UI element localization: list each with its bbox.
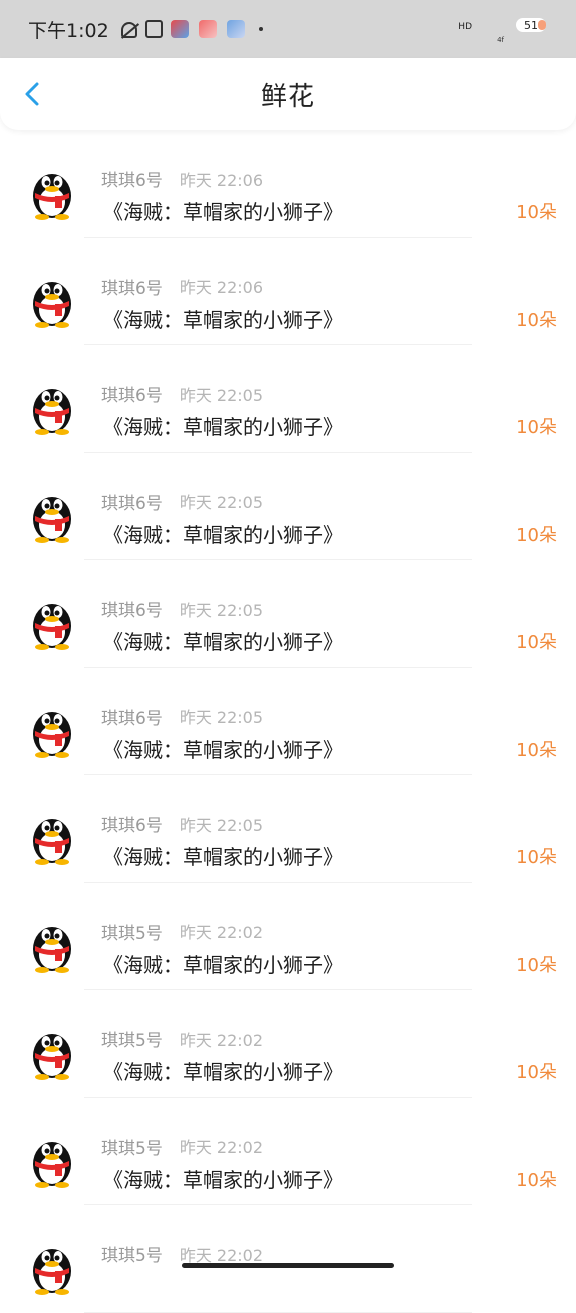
battery-level: 51 [524,18,538,32]
flower-count: 10朵 [516,309,557,331]
send-time: 昨天 22:06 [179,278,264,297]
battery-icon: 51 [516,18,546,32]
app-icon [198,20,217,38]
sender-name: 琪琪6号 [101,708,163,729]
penguin-avatar-icon [33,1141,71,1188]
penguin-avatar-icon [33,711,71,758]
gift-title: 《海贼：草帽家的小狮子》 [103,307,343,332]
penguin-avatar-icon [33,1034,71,1080]
send-time: 昨天 22:05 [179,815,264,835]
flower-count: 10朵 [516,417,557,438]
gift-title: 《海贼：草帽家的小狮子》 [103,1060,343,1084]
penguin-avatar-icon [33,389,71,435]
flower-count: 10朵 [516,524,557,546]
list-item[interactable]: 琪琪6号 昨天 22:06 《海贼：草帽家的小狮子》 10朵 [0,130,576,238]
flower-count: 10朵 [516,739,557,761]
home-indicator[interactable] [182,1263,394,1268]
sender-name: 琪琪5号 [101,1031,163,1051]
flower-count: 10朵 [516,202,557,223]
record-meta: 琪琪6号 昨天 22:05 [101,596,264,622]
penguin-avatar-icon [33,604,71,650]
gift-title: 《海贼：草帽家的小狮子》 [103,737,343,762]
send-time: 昨天 22:05 [179,385,264,405]
list-item[interactable]: 琪琪5号 昨天 22:02 《海贼：草帽家的小狮子》 10朵 [0,1098,576,1206]
gift-title: 《海贼：草帽家的小狮子》 [103,845,343,869]
gift-title: 《海贼：草帽家的小狮子》 [103,415,343,439]
hd-indicator: HD [458,22,472,32]
record-meta: 琪琪5号 昨天 22:02 [101,1134,263,1159]
list-item[interactable]: 琪琪6号 昨天 22:05 《海贼：草帽家的小狮子》 10朵 [0,345,576,453]
penguin-avatar-icon [33,281,71,328]
record-meta: 琪琪5号 昨天 22:02 [101,1026,264,1052]
penguin-avatar-icon [33,819,71,865]
gift-title: 《海贼：草帽家的小狮子》 [103,1167,343,1192]
chevron-left-icon [25,82,39,106]
sender-name: 琪琪6号 [101,816,163,836]
gift-title: 《海贼：草帽家的小狮子》 [103,200,343,224]
status-bar: 下午1:02 HD 4f 51 [0,0,576,58]
record-meta: 琪琪6号 昨天 22:05 [101,811,264,837]
send-time: 昨天 22:02 [179,1030,264,1050]
status-icons [120,20,263,38]
record-meta: 琪琪6号 昨天 22:06 [101,274,263,299]
sender-name: 琪琪6号 [101,601,163,621]
bell-off-icon [120,22,137,38]
penguin-avatar-icon [33,496,71,543]
nav-bar: 鲜花 [0,58,576,130]
back-button[interactable] [20,82,44,106]
flower-count: 10朵 [516,1062,557,1083]
record-meta: 琪琪5号 昨天 22:02 [101,919,263,944]
flower-count: 10朵 [516,632,557,653]
nfc-icon [144,20,163,38]
record-meta: 琪琪6号 昨天 22:05 [101,704,263,729]
list-item[interactable]: 琪琪6号 昨天 22:05 《海贼：草帽家的小狮子》 10朵 [0,775,576,883]
page-title: 鲜花 [260,81,315,112]
send-time: 昨天 22:02 [179,923,264,942]
sender-name: 琪琪5号 [101,923,163,944]
send-time: 昨天 22:05 [179,600,264,620]
sender-name: 琪琪5号 [101,1138,163,1159]
app-icon [226,20,245,38]
penguin-avatar-icon [33,174,71,220]
record-meta: 琪琪6号 昨天 22:05 [101,381,264,407]
send-time: 昨天 22:02 [179,1138,264,1157]
send-time: 昨天 22:05 [179,493,264,512]
penguin-avatar-icon [33,1249,71,1295]
status-time: 下午1:02 [28,19,109,42]
gift-title: 《海贼：草帽家的小狮子》 [103,522,343,547]
flower-count: 10朵 [516,1169,557,1191]
list-item[interactable]: 琪琪6号 昨天 22:05 《海贼：草帽家的小狮子》 10朵 [0,560,576,668]
flower-count: 10朵 [516,954,557,976]
list-item[interactable]: 琪琪5号 昨天 22:02 [0,1205,576,1313]
app-icon [170,20,189,38]
dot-icon [258,27,263,31]
battery-area: 51 [516,18,546,32]
sender-name: 琪琪6号 [101,278,163,299]
send-time: 昨天 22:05 [179,708,264,727]
list-item[interactable]: 琪琪6号 昨天 22:06 《海贼：草帽家的小狮子》 10朵 [0,238,576,346]
list-item[interactable]: 琪琪6号 昨天 22:05 《海贼：草帽家的小狮子》 10朵 [0,453,576,561]
gift-title: 《海贼：草帽家的小狮子》 [103,630,343,654]
send-time: 昨天 22:02 [179,1245,264,1265]
sender-name: 琪琪6号 [101,386,163,406]
gift-title: 《海贼：草帽家的小狮子》 [103,952,343,977]
send-time: 昨天 22:06 [179,170,264,190]
flower-record-list[interactable]: 琪琪6号 昨天 22:06 《海贼：草帽家的小狮子》 10朵 琪琪6号 昨天 2… [0,130,576,1313]
record-meta: 琪琪6号 昨天 22:05 [101,489,263,514]
penguin-avatar-icon [33,926,71,973]
record-meta: 琪琪6号 昨天 22:06 [101,166,264,192]
list-item[interactable]: 琪琪6号 昨天 22:05 《海贼：草帽家的小狮子》 10朵 [0,668,576,776]
flower-count: 10朵 [516,847,557,868]
list-item[interactable]: 琪琪5号 昨天 22:02 《海贼：草帽家的小狮子》 10朵 [0,883,576,991]
signal-indicator: 4f [497,36,504,44]
list-item[interactable]: 琪琪5号 昨天 22:02 《海贼：草帽家的小狮子》 10朵 [0,990,576,1098]
sender-name: 琪琪6号 [101,171,163,191]
sender-name: 琪琪5号 [101,1246,163,1266]
sender-name: 琪琪6号 [101,493,163,514]
